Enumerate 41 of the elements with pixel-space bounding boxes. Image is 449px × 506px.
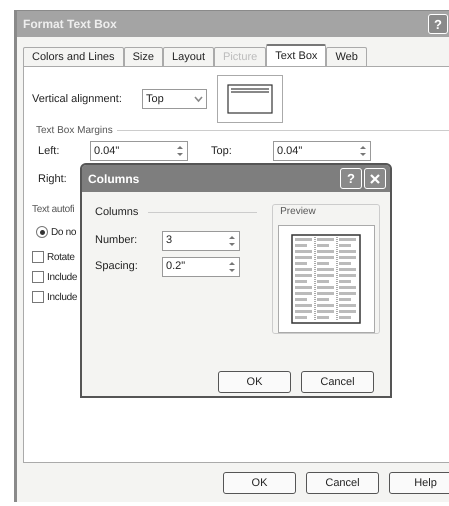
spin-field[interactable]: 0.04" — [90, 141, 188, 161]
checkbox-label: Rotate — [47, 250, 75, 264]
field-label: Spacing: — [95, 259, 139, 274]
dialog-button[interactable]: Help — [389, 472, 449, 494]
checkbox[interactable] — [32, 291, 44, 303]
spin-field[interactable]: 0.04" — [273, 141, 371, 161]
tab[interactable]: Web — [326, 47, 367, 66]
dialog-title: Columns — [88, 170, 140, 188]
field-label: Right: — [38, 172, 67, 187]
field-label: Top: — [211, 144, 233, 159]
checkbox-label: Include — [47, 290, 78, 304]
chevron-down-icon — [194, 96, 203, 102]
group-title: Columns — [95, 205, 138, 220]
alignment-preview-icon — [217, 75, 283, 123]
close-icon — [369, 172, 381, 184]
spinner-icon[interactable] — [358, 143, 368, 159]
field-label: Vertical alignment: — [32, 92, 123, 107]
dropdown[interactable]: Top — [142, 89, 207, 109]
spin-field[interactable]: 3 — [162, 230, 240, 250]
group-title: Preview — [280, 205, 316, 219]
spin-field[interactable]: 0.2" — [162, 256, 240, 276]
group-title: Text Box Margins — [36, 124, 113, 138]
dialog-button[interactable]: OK — [218, 371, 291, 393]
dialog-button[interactable]: OK — [223, 472, 296, 494]
spinner-icon[interactable] — [175, 143, 185, 159]
field-label: Left: — [38, 144, 60, 159]
tab[interactable]: Size — [124, 47, 163, 66]
field-label: Number: — [95, 233, 138, 248]
checkbox[interactable] — [32, 251, 44, 263]
dialog-button[interactable]: Cancel — [301, 371, 374, 393]
group-title: Text autofi — [32, 202, 74, 216]
tab[interactable]: Colors and Lines — [23, 47, 124, 66]
dialog-button[interactable]: Cancel — [306, 472, 379, 494]
tab[interactable]: Text Box — [266, 44, 326, 66]
tab[interactable]: Layout — [162, 47, 214, 66]
window-title: Format Text Box — [23, 16, 117, 33]
close-button[interactable] — [364, 168, 386, 189]
checkbox[interactable] — [32, 271, 44, 283]
radio-label: Do no — [51, 226, 76, 240]
radio-button[interactable] — [36, 226, 48, 238]
checkbox-label: Include — [47, 270, 78, 284]
